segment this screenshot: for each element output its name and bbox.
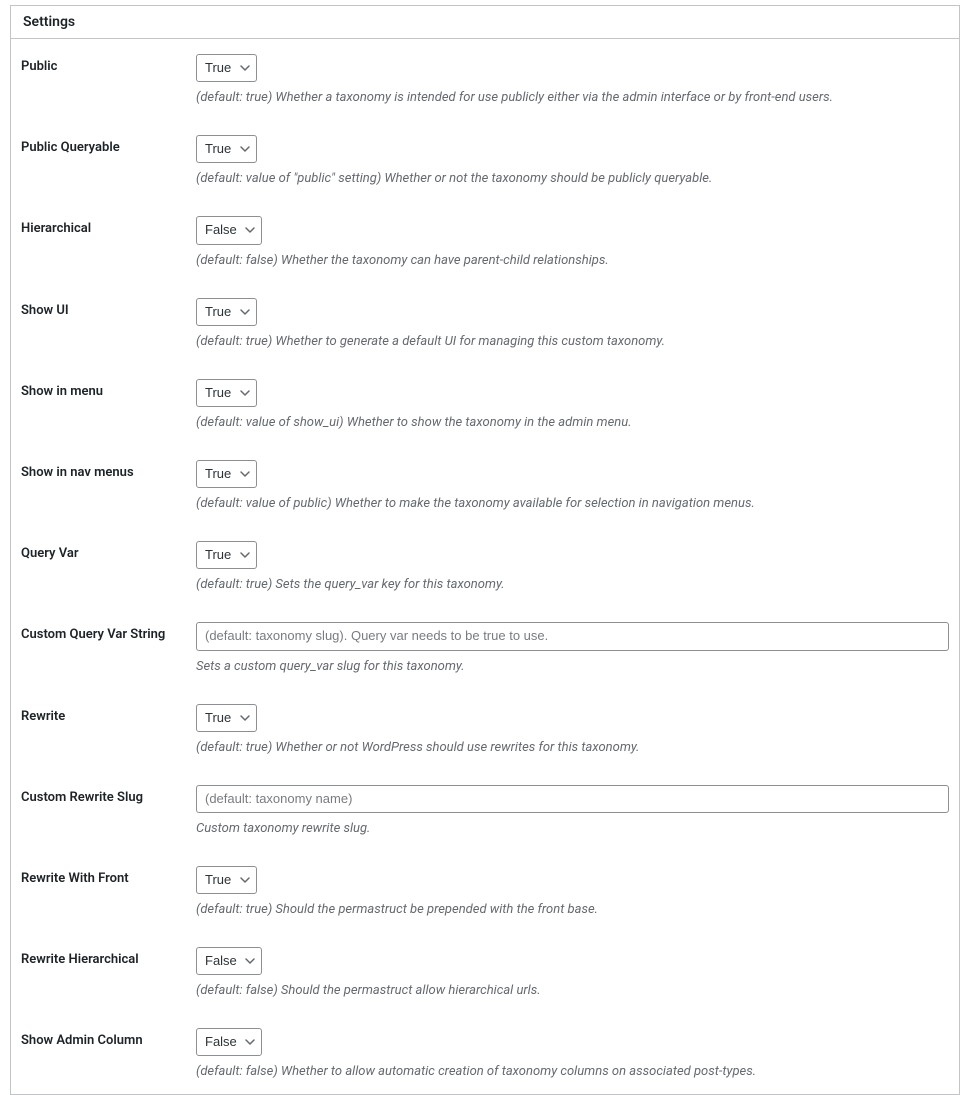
label-show-admin-column: Show Admin Column xyxy=(11,1013,196,1094)
select-rewrite-hierarchical[interactable]: False xyxy=(196,947,262,975)
settings-panel-header: Settings xyxy=(11,6,959,39)
desc-public-queryable: (default: value of "public" setting) Whe… xyxy=(196,171,949,186)
select-show-in-menu[interactable]: True xyxy=(196,379,257,407)
desc-custom-rewrite-slug: Custom taxonomy rewrite slug. xyxy=(196,821,949,836)
input-custom-query-var[interactable] xyxy=(196,622,949,650)
select-rewrite-with-front[interactable]: True xyxy=(196,866,257,894)
desc-show-ui: (default: true) Whether to generate a de… xyxy=(196,334,949,349)
row-rewrite-with-front: Rewrite With Front True (default: true) … xyxy=(11,851,959,932)
desc-hierarchical: (default: false) Whether the taxonomy ca… xyxy=(196,253,949,268)
select-show-in-nav-menus[interactable]: True xyxy=(196,460,257,488)
desc-show-in-nav-menus: (default: value of public) Whether to ma… xyxy=(196,496,949,511)
row-show-in-nav-menus: Show in nav menus True (default: value o… xyxy=(11,445,959,526)
settings-form-table: Public True (default: true) Whether a ta… xyxy=(11,39,959,1094)
row-custom-query-var: Custom Query Var String Sets a custom qu… xyxy=(11,607,959,688)
desc-show-in-menu: (default: value of show_ui) Whether to s… xyxy=(196,415,949,430)
desc-custom-query-var: Sets a custom query_var slug for this ta… xyxy=(196,659,949,674)
settings-panel: Settings Public True (default: true) Whe… xyxy=(10,5,960,1095)
row-query-var: Query Var True (default: true) Sets the … xyxy=(11,526,959,607)
select-public-queryable[interactable]: True xyxy=(196,135,257,163)
row-public: Public True (default: true) Whether a ta… xyxy=(11,39,959,120)
select-show-ui[interactable]: True xyxy=(196,298,257,326)
select-query-var[interactable]: True xyxy=(196,541,257,569)
label-public-queryable: Public Queryable xyxy=(11,120,196,201)
label-custom-query-var: Custom Query Var String xyxy=(11,607,196,688)
label-rewrite-hierarchical: Rewrite Hierarchical xyxy=(11,932,196,1013)
label-query-var: Query Var xyxy=(11,526,196,607)
desc-show-admin-column: (default: false) Whether to allow automa… xyxy=(196,1064,949,1079)
select-rewrite[interactable]: True xyxy=(196,704,257,732)
desc-rewrite-hierarchical: (default: false) Should the permastruct … xyxy=(196,983,949,998)
select-show-admin-column[interactable]: False xyxy=(196,1028,262,1056)
desc-query-var: (default: true) Sets the query_var key f… xyxy=(196,577,949,592)
row-custom-rewrite-slug: Custom Rewrite Slug Custom taxonomy rewr… xyxy=(11,770,959,851)
desc-public: (default: true) Whether a taxonomy is in… xyxy=(196,90,949,105)
label-show-in-menu: Show in menu xyxy=(11,364,196,445)
row-public-queryable: Public Queryable True (default: value of… xyxy=(11,120,959,201)
row-hierarchical: Hierarchical False (default: false) Whet… xyxy=(11,201,959,282)
row-show-ui: Show UI True (default: true) Whether to … xyxy=(11,283,959,364)
row-show-admin-column: Show Admin Column False (default: false)… xyxy=(11,1013,959,1094)
desc-rewrite-with-front: (default: true) Should the permastruct b… xyxy=(196,902,949,917)
label-rewrite-with-front: Rewrite With Front xyxy=(11,851,196,932)
select-public[interactable]: True xyxy=(196,54,257,82)
label-hierarchical: Hierarchical xyxy=(11,201,196,282)
row-show-in-menu: Show in menu True (default: value of sho… xyxy=(11,364,959,445)
input-custom-rewrite-slug[interactable] xyxy=(196,785,949,813)
label-show-in-nav-menus: Show in nav menus xyxy=(11,445,196,526)
label-custom-rewrite-slug: Custom Rewrite Slug xyxy=(11,770,196,851)
desc-rewrite: (default: true) Whether or not WordPress… xyxy=(196,740,949,755)
label-public: Public xyxy=(11,39,196,120)
row-rewrite: Rewrite True (default: true) Whether or … xyxy=(11,689,959,770)
row-rewrite-hierarchical: Rewrite Hierarchical False (default: fal… xyxy=(11,932,959,1013)
label-show-ui: Show UI xyxy=(11,283,196,364)
label-rewrite: Rewrite xyxy=(11,689,196,770)
select-hierarchical[interactable]: False xyxy=(196,216,262,244)
settings-panel-title: Settings xyxy=(23,14,947,30)
